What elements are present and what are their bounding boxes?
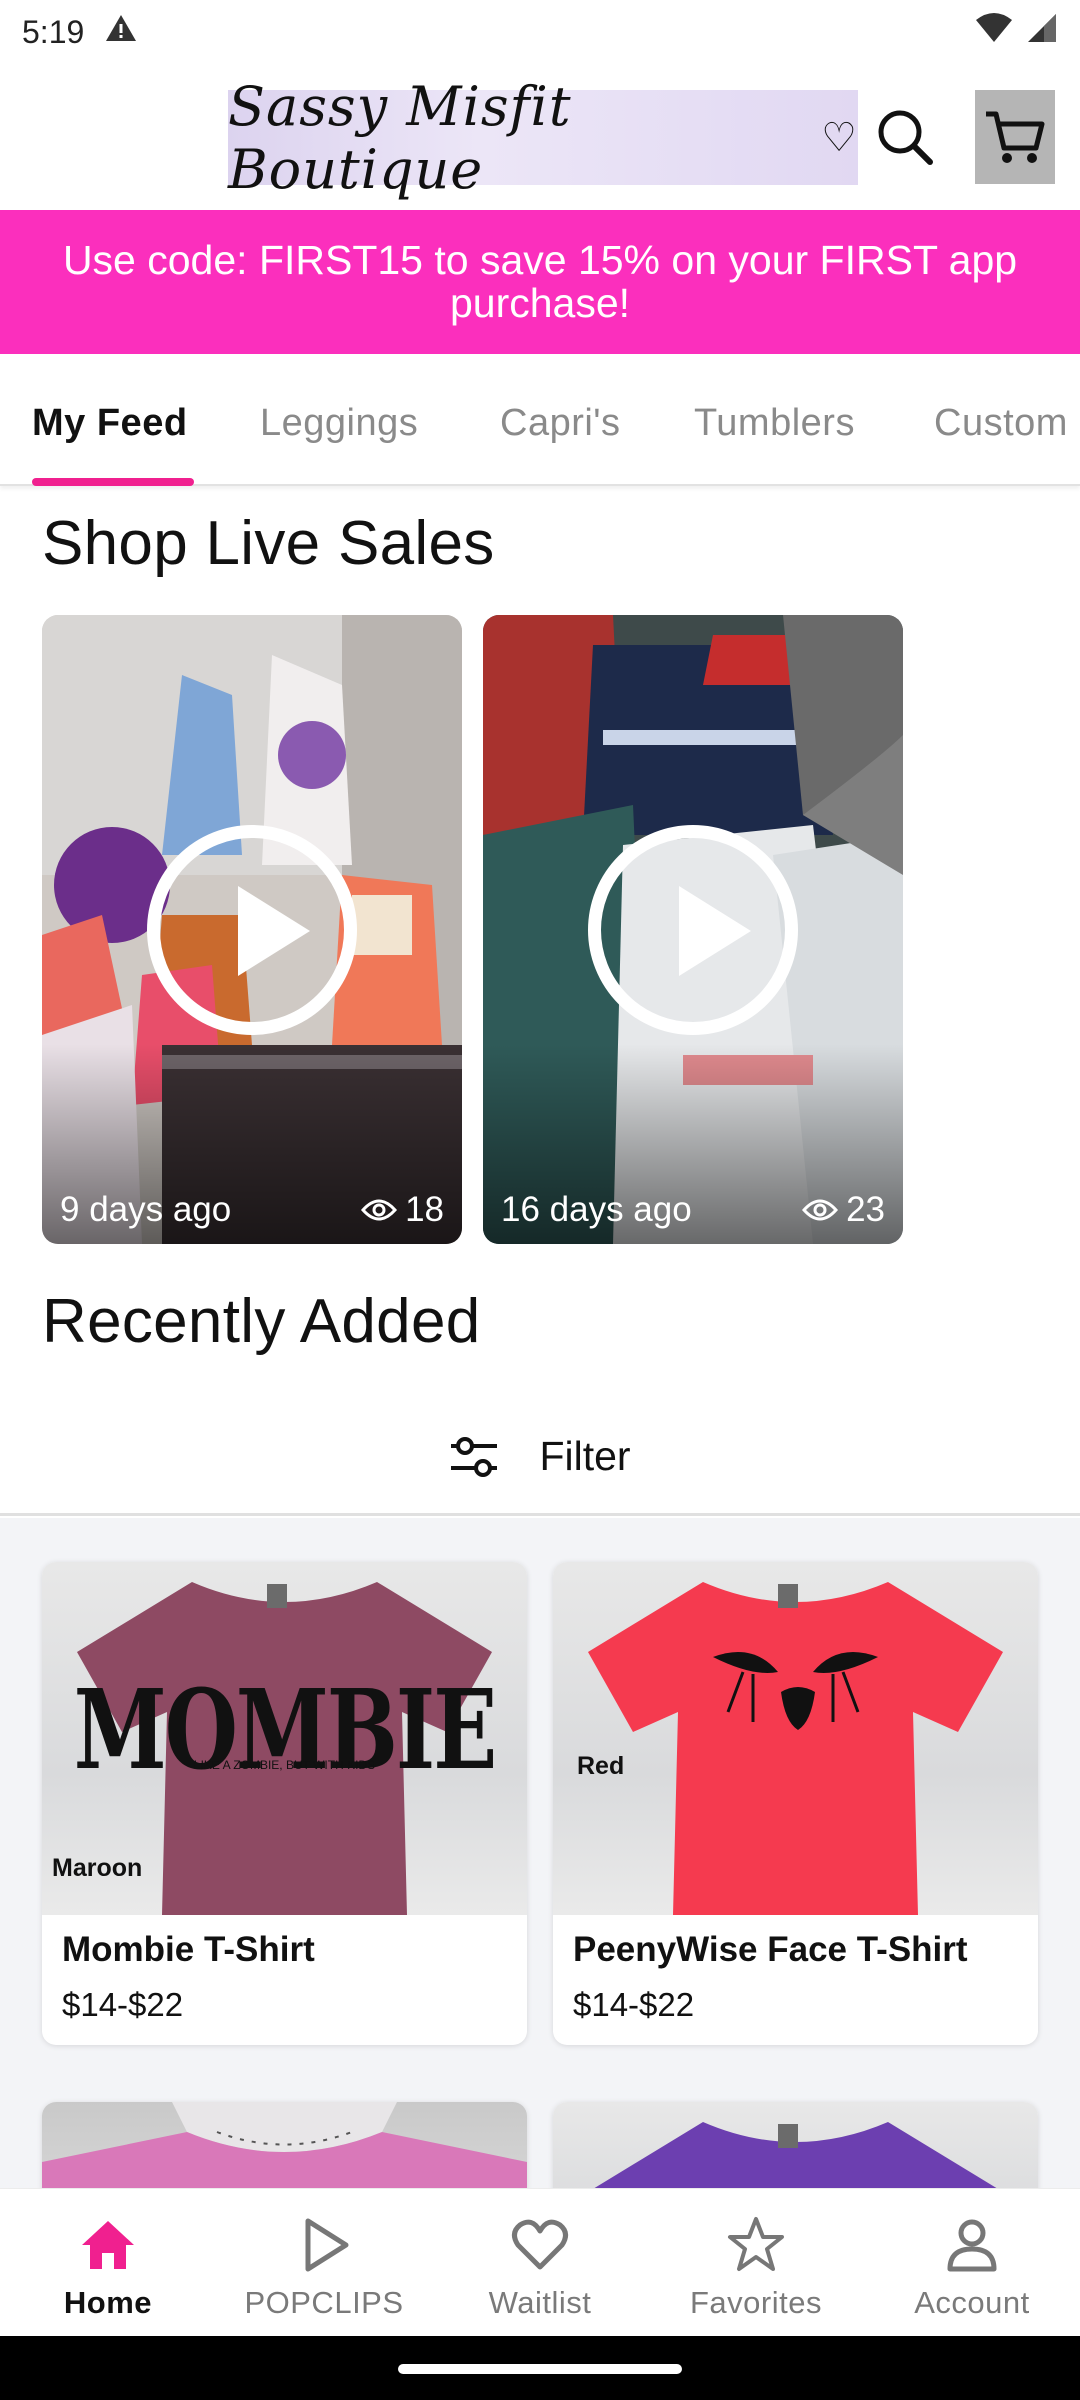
play-icon <box>305 2218 349 2272</box>
nav-label: Home <box>63 2285 153 2320</box>
live-video-card[interactable]: 9 days ago 18 <box>42 615 462 1244</box>
color-tag: Red <box>577 1752 625 1780</box>
cart-button[interactable] <box>975 90 1055 184</box>
video-views: 18 <box>361 1190 444 1230</box>
bottom-navigation: Home POPCLIPS Waitlist Favorites Account <box>0 2188 1080 2336</box>
signal-icon <box>1024 12 1058 52</box>
nav-label: POPCLIPS <box>244 2285 404 2320</box>
search-icon <box>878 110 933 165</box>
nav-home[interactable]: Home <box>0 2189 216 2337</box>
tab-my-feed[interactable]: My Feed <box>32 402 188 445</box>
boutique-logo[interactable]: Sassy Misfit Boutique ♡ <box>228 75 858 201</box>
shirt-print: MOMBIE <box>73 1665 497 1794</box>
alert-icon <box>104 13 138 51</box>
nav-label: Waitlist <box>488 2285 592 2320</box>
nav-label: Account <box>914 2285 1030 2320</box>
eye-icon <box>361 1199 398 1221</box>
recently-added-title: Recently Added <box>42 1287 481 1356</box>
eye-icon <box>802 1199 839 1221</box>
play-icon[interactable] <box>588 825 798 1035</box>
live-video-card[interactable]: 16 days ago 23 <box>483 615 903 1244</box>
product-grid: MOMBIE LIKE A ZOMBIE, BUT WITH KIDS Maro… <box>0 1518 1080 2302</box>
status-bar: 5:19 <box>0 0 1080 64</box>
nav-favorites[interactable]: Favorites <box>648 2189 864 2337</box>
video-views: 23 <box>802 1190 885 1230</box>
promo-text: Use code: FIRST15 to save 15% on your FI… <box>62 236 1018 326</box>
tab-custom[interactable]: Custom <box>934 402 1068 445</box>
nav-account[interactable]: Account <box>864 2189 1080 2337</box>
product-name: Mombie T-Shirt <box>62 1930 315 1969</box>
nav-waitlist[interactable]: Waitlist <box>432 2189 648 2337</box>
promo-banner[interactable]: Use code: FIRST15 to save 15% on your FI… <box>0 210 1080 354</box>
product-name: PeenyWise Face T-Shirt <box>573 1930 968 1969</box>
video-meta: 16 days ago 23 <box>501 1190 885 1230</box>
wifi-icon <box>974 12 1014 52</box>
logo-text: Sassy Misfit Boutique <box>228 74 572 201</box>
system-gesture-bar <box>0 2336 1080 2400</box>
heart-icon <box>512 2219 568 2270</box>
views-count: 18 <box>405 1190 444 1229</box>
nav-label: Favorites <box>690 2285 822 2320</box>
app-screen: 5:19 Sassy Misfit Boutique ♡ Use code: F… <box>0 0 1080 2400</box>
category-tabs: My Feed Leggings Capri's Tumblers Custom <box>0 354 1080 486</box>
product-card[interactable]: Red PeenyWise Face T-Shirt $14-$22 <box>553 1562 1038 2045</box>
filter-label: Filter <box>539 1433 631 1479</box>
home-gesture-handle[interactable] <box>398 2364 682 2374</box>
logo-heart-icon: ♡ <box>821 114 858 161</box>
shirt-subprint: LIKE A ZOMBIE, BUT WITH KIDS <box>193 1758 376 1772</box>
live-sales-title: Shop Live Sales <box>42 509 495 578</box>
video-age: 16 days ago <box>501 1190 692 1229</box>
video-meta: 9 days ago 18 <box>60 1190 444 1230</box>
filter-button[interactable]: Filter <box>0 1400 1080 1516</box>
filter-sliders-icon <box>451 1436 498 1477</box>
views-count: 23 <box>846 1190 885 1229</box>
product-price: $14-$22 <box>62 1986 184 2023</box>
tab-tumblers[interactable]: Tumblers <box>694 402 855 445</box>
search-button[interactable] <box>872 104 938 170</box>
status-time: 5:19 <box>22 13 85 50</box>
product-image: Red <box>553 1562 1038 1915</box>
person-icon <box>947 2219 997 2272</box>
tab-capris[interactable]: Capri's <box>500 402 621 445</box>
home-icon <box>82 2221 134 2269</box>
product-price: $14-$22 <box>573 1986 695 2023</box>
cart-icon <box>986 111 1045 163</box>
nav-popclips[interactable]: POPCLIPS <box>216 2189 432 2337</box>
video-age: 9 days ago <box>60 1190 232 1229</box>
active-tab-indicator <box>32 478 194 486</box>
star-icon <box>728 2217 784 2271</box>
play-icon[interactable] <box>147 825 357 1035</box>
app-header: Sassy Misfit Boutique ♡ <box>0 64 1080 210</box>
tab-leggings[interactable]: Leggings <box>260 402 418 445</box>
color-tag: Maroon <box>52 1854 143 1882</box>
product-card[interactable]: MOMBIE LIKE A ZOMBIE, BUT WITH KIDS Maro… <box>42 1562 527 2045</box>
product-image: MOMBIE LIKE A ZOMBIE, BUT WITH KIDS Maro… <box>42 1562 527 1915</box>
